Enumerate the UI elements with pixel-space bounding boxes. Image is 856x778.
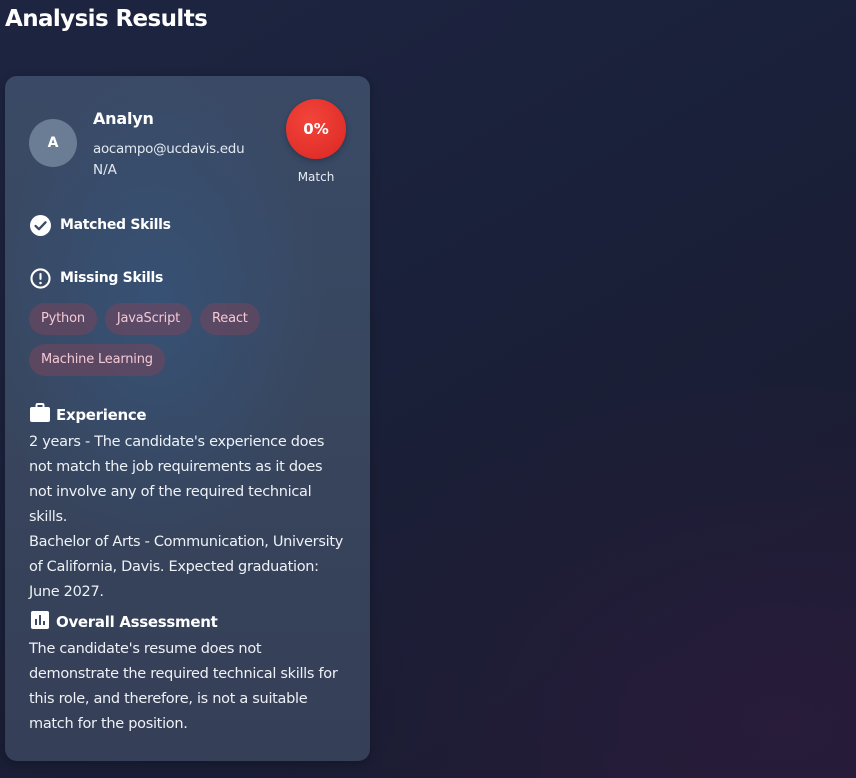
- assessment-label: Overall Assessment: [56, 613, 218, 631]
- candidate-email: aocampo@ucdavis.edu: [93, 141, 245, 157]
- briefcase-icon: [29, 402, 51, 424]
- candidate-card: A Analyn aocampo@ucdavis.edu N/A 0% Matc…: [5, 76, 370, 761]
- education-summary: Bachelor of Arts - Communication, Univer…: [29, 534, 343, 600]
- experience-summary: 2 years - The candidate's experience doe…: [29, 434, 325, 525]
- experience-text: 2 years - The candidate's experience doe…: [29, 430, 347, 605]
- experience-label: Experience: [56, 406, 147, 424]
- assessment-heading: Overall Assessment: [29, 609, 218, 631]
- page-title: Analysis Results: [5, 6, 208, 32]
- missing-skill-chip: Machine Learning: [29, 344, 165, 376]
- assessment-text: The candidate's resume does not demonstr…: [29, 641, 338, 732]
- match-score-badge: 0%: [286, 99, 346, 159]
- missing-skills-heading: Missing Skills: [29, 267, 163, 289]
- missing-skill-chip: Python: [29, 303, 97, 335]
- check-circle-icon: [29, 214, 51, 236]
- bar-chart-icon: [29, 609, 51, 631]
- missing-skills-label: Missing Skills: [60, 270, 163, 286]
- candidate-name: Analyn: [93, 109, 154, 128]
- exclamation-circle-icon: [29, 267, 51, 289]
- missing-skill-chip: JavaScript: [104, 303, 193, 335]
- avatar: A: [29, 119, 77, 167]
- matched-skills-label: Matched Skills: [60, 217, 171, 233]
- missing-skill-chip: React: [200, 303, 260, 335]
- experience-heading: Experience: [29, 402, 147, 424]
- matched-skills-heading: Matched Skills: [29, 214, 171, 236]
- missing-skills-list: Python JavaScript React Machine Learning: [29, 303, 329, 376]
- candidate-phone: N/A: [93, 162, 117, 178]
- match-label: Match: [297, 170, 335, 184]
